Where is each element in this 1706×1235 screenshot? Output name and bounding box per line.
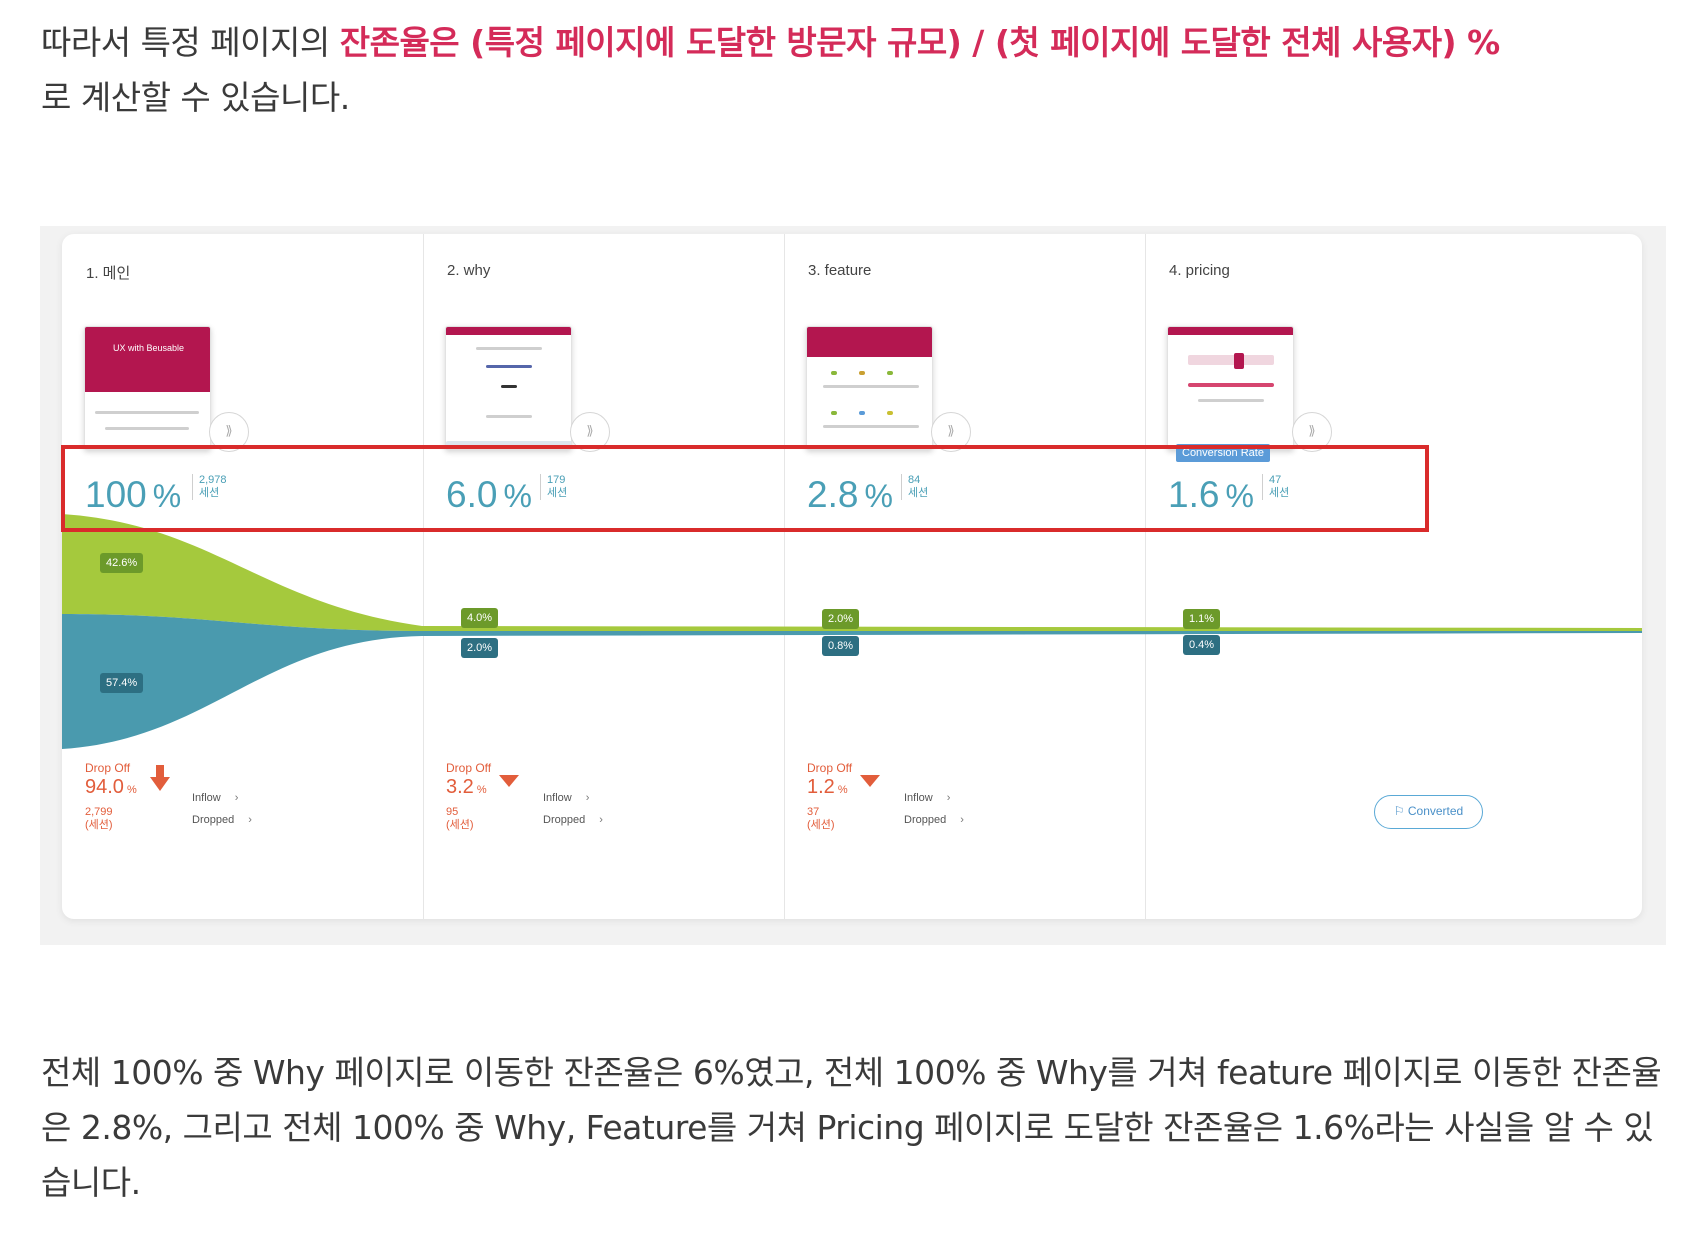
thumbnail-hero-text: UX with Beusable — [112, 343, 184, 353]
flow-blue-band — [62, 614, 1642, 749]
converted-button[interactable]: ⚐ Converted — [1374, 795, 1483, 829]
chevron-right-icon: › — [234, 792, 239, 804]
inflow-label: Inflow — [543, 792, 572, 804]
thumbnail-line — [823, 385, 919, 388]
thumbnail-line — [476, 347, 542, 350]
thumbnail-bar — [807, 327, 932, 357]
flow-label-green: 4.0% — [461, 608, 499, 628]
summary-paragraph: 전체 100% 중 Why 페이지로 이동한 잔존율은 6%였고, 전체 100… — [41, 1053, 1662, 1202]
dropoff-title: Drop Off — [446, 761, 492, 775]
dropoff-unit: % — [126, 784, 137, 796]
dropoff-count-number: 2,799 — [85, 806, 113, 818]
thumbnail-line — [1188, 355, 1274, 365]
thumbnail-dot — [859, 371, 865, 375]
thumbnail-line — [486, 415, 532, 418]
chevron-right-icon: › — [960, 814, 964, 826]
dropoff-count: 95 (세션) — [446, 806, 474, 832]
step-title-why: 2. why — [447, 262, 491, 279]
dropoff-count: 37 (세션) — [807, 806, 835, 832]
inflow-link[interactable]: Inflow › — [904, 792, 950, 804]
thumbnail-line — [95, 411, 199, 414]
step-title-feature: 3. feature — [808, 262, 872, 279]
inflow-link[interactable]: Inflow › — [192, 792, 238, 804]
thumbnail-line — [486, 365, 532, 368]
flow-label-blue: 0.8% — [822, 636, 860, 656]
drop-arrow-icon — [150, 765, 170, 791]
flow-label-blue: 57.4% — [100, 673, 144, 693]
page-thumbnail-feature[interactable] — [806, 326, 933, 450]
dropoff-title: Drop Off — [85, 761, 131, 775]
dropoff-value: 1.2 — [807, 776, 835, 798]
page-thumbnail-why[interactable] — [445, 326, 572, 450]
dropoff-unit: % — [837, 784, 848, 796]
dropoff-count: 2,799 (세션) — [85, 806, 113, 832]
flow-label-green: 1.1% — [1183, 609, 1221, 629]
intro-text-1: 따라서 특정 페이지의 — [41, 23, 340, 62]
funnel-figure: 1. 메인 2. why 3. feature 4. pricing UX wi… — [40, 226, 1666, 945]
chevron-right-icon: › — [248, 814, 252, 826]
thumbnail-bar — [446, 327, 571, 335]
thumbnail-line — [1188, 383, 1274, 387]
flow-label-blue: 0.4% — [1183, 635, 1221, 655]
thumbnail-hero — [85, 327, 210, 392]
funnel-card: 1. 메인 2. why 3. feature 4. pricing UX wi… — [62, 234, 1642, 919]
thumbnail-line — [501, 385, 517, 388]
drop-arrow-icon — [499, 775, 519, 787]
dropoff-count-label: (세션) — [85, 819, 113, 831]
thumbnail-dot — [831, 371, 837, 375]
chevron-right-icon: › — [599, 814, 603, 826]
dropped-label: Dropped — [543, 814, 586, 826]
inflow-label: Inflow — [904, 792, 933, 804]
page-thumbnail-main[interactable]: UX with Beusable — [84, 326, 211, 450]
dropoff-value: 3.2 — [446, 776, 474, 798]
chevron-right-icon: › — [585, 792, 590, 804]
intro-paragraph: 따라서 특정 페이지의 잔존율은 (특정 페이지에 도달한 방문자 규모) / … — [41, 15, 1681, 125]
page-thumbnail-pricing[interactable] — [1167, 326, 1294, 450]
thumbnail-dot — [887, 411, 893, 415]
thumbnail-line — [1198, 399, 1264, 402]
dropped-link[interactable]: Dropped › — [543, 814, 603, 826]
dropped-link[interactable]: Dropped › — [192, 814, 252, 826]
dropoff-rate: 1.2% — [807, 776, 848, 799]
dropoff-count-label: (세션) — [807, 819, 835, 831]
converted-label: Converted — [1407, 804, 1464, 818]
inflow-link[interactable]: Inflow › — [543, 792, 589, 804]
flow-label-blue: 2.0% — [461, 638, 499, 658]
intro-highlight: 잔존율은 (특정 페이지에 도달한 방문자 규모) / (첫 페이지에 도달한 … — [339, 23, 1500, 62]
flow-label-green: 42.6% — [100, 553, 144, 573]
flow-label-green: 2.0% — [822, 609, 860, 629]
dropoff-unit: % — [476, 784, 487, 796]
dropoff-rate: 3.2% — [446, 776, 487, 799]
thumbnail-line — [1234, 353, 1244, 369]
thumbnail-dot — [887, 371, 893, 375]
step-title-pricing: 4. pricing — [1169, 262, 1230, 279]
thumbnail-dot — [831, 411, 837, 415]
dropped-label: Dropped — [904, 814, 947, 826]
dropped-link[interactable]: Dropped › — [904, 814, 964, 826]
dropoff-count-label: (세션) — [446, 819, 474, 831]
chevron-right-icon: › — [946, 792, 951, 804]
drop-arrow-icon — [860, 775, 880, 787]
inflow-label: Inflow — [192, 792, 221, 804]
dropoff-count-number: 37 — [807, 806, 820, 818]
intro-text-2: 로 계산할 수 있습니다. — [41, 78, 350, 117]
dropoff-value: 94.0 — [85, 776, 124, 798]
dropoff-count-number: 95 — [446, 806, 459, 818]
dropoff-rate: 94.0% — [85, 776, 137, 799]
step-title-main: 1. 메인 — [86, 265, 131, 282]
highlight-box — [61, 445, 1429, 532]
thumbnail-line — [823, 425, 919, 428]
flag-icon: ⚐ — [1393, 804, 1408, 818]
thumbnail-line — [105, 427, 189, 430]
thumbnail-dot — [859, 411, 865, 415]
dropped-label: Dropped — [192, 814, 235, 826]
thumbnail-bar — [1168, 327, 1293, 335]
dropoff-title: Drop Off — [807, 761, 853, 775]
